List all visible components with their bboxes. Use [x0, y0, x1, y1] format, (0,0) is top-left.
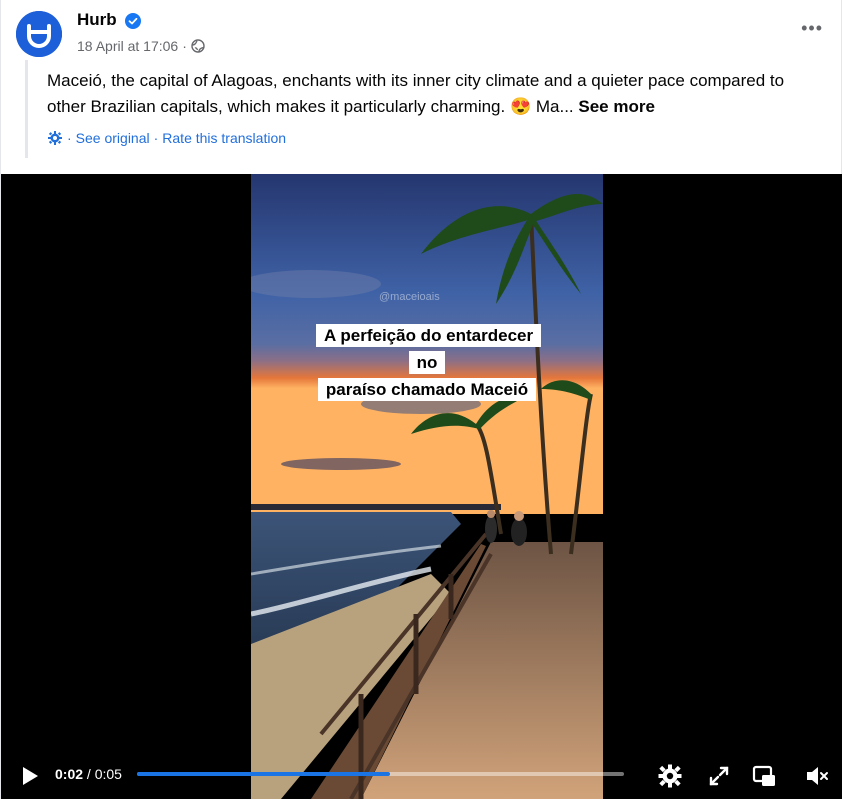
more-options-icon[interactable]: •••: [801, 18, 823, 39]
translate-sep-1: ·: [67, 130, 72, 146]
muted-speaker-icon[interactable]: [804, 763, 830, 789]
video-frame-beach-sunset: [251, 174, 603, 799]
progress-bar[interactable]: [137, 772, 624, 776]
hurb-avatar[interactable]: [16, 11, 62, 57]
author-name[interactable]: Hurb: [77, 10, 117, 30]
post-date[interactable]: 18 April at 17:06: [77, 38, 178, 54]
post-text: Maceió, the capital of Alagoas, enchants…: [47, 68, 827, 120]
overlay-line-1: A perfeição do entardecer no: [316, 324, 542, 374]
globe-icon: [191, 39, 205, 53]
settings-gear-icon[interactable]: [657, 763, 683, 789]
overlay-line-2: paraíso chamado Maceió: [317, 378, 537, 401]
post-body: Maceió, the capital of Alagoas, enchants…: [47, 71, 785, 116]
progress-fill: [137, 772, 391, 776]
time-separator: /: [83, 766, 95, 782]
picture-in-picture-icon[interactable]: [751, 763, 777, 789]
meta-separator: ·: [182, 38, 187, 54]
quote-bar: [25, 60, 28, 158]
translate-sep-2: ·: [153, 130, 159, 146]
video-time: 0:02 / 0:05: [55, 766, 122, 782]
hurb-logo-icon: [16, 11, 62, 57]
post-meta: 18 April at 17:06 ·: [77, 38, 205, 54]
play-icon[interactable]: [19, 765, 41, 787]
post-card: Hurb 18 April at 17:06 · ••• Maceió, the…: [0, 0, 842, 799]
video-player[interactable]: @maceioais A perfeição do entardecer no …: [1, 174, 842, 799]
fullscreen-icon[interactable]: [706, 763, 732, 789]
translation-bar: · See original · Rate this translation: [47, 130, 286, 146]
current-time: 0:02: [55, 766, 84, 782]
verified-badge-icon: [125, 13, 141, 29]
see-original-link[interactable]: See original: [76, 130, 150, 146]
gear-icon: [48, 131, 62, 145]
duration: 0:05: [94, 766, 122, 782]
video-caption-overlay: A perfeição do entardecer no paraíso cha…: [316, 322, 542, 403]
video-watermark: @maceioais: [379, 291, 440, 303]
see-more-link[interactable]: See more: [578, 97, 655, 116]
video-controls: 0:02 / 0:05: [1, 754, 842, 799]
rate-translation-link[interactable]: Rate this translation: [162, 130, 286, 146]
